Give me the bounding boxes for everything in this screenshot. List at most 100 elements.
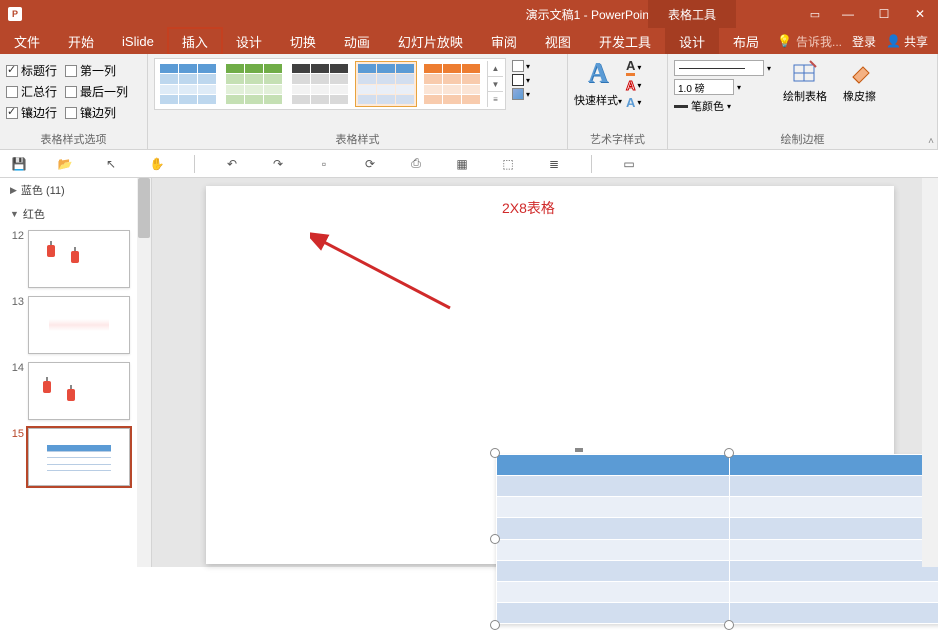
share-icon: 👤 <box>886 34 901 48</box>
group-label-styles: 表格样式 <box>154 129 561 147</box>
pen-icon <box>674 105 688 108</box>
bucket-icon <box>512 60 524 72</box>
maximize-button[interactable]: ☐ <box>866 0 902 28</box>
tab-table-design[interactable]: 设计 <box>665 28 719 54</box>
tab-slideshow[interactable]: 幻灯片放映 <box>384 28 477 54</box>
text-outline-button[interactable]: A▾ <box>626 78 641 93</box>
check-banded-col[interactable]: 镶边列 <box>65 104 128 121</box>
section-icon[interactable]: ▭ <box>620 155 638 173</box>
tab-transition[interactable]: 切换 <box>276 28 330 54</box>
resize-handle[interactable] <box>490 620 500 630</box>
share-button[interactable]: 👤共享 <box>886 33 928 50</box>
table-style-3[interactable] <box>289 61 351 107</box>
shading-button[interactable]: ▾ <box>512 60 530 72</box>
ribbon: 标题行 汇总行 镶边行 第一列 最后一列 镶边列 表格样式选项 ▲ <box>0 54 938 150</box>
draw-table-icon <box>791 58 819 86</box>
group-label-options: 表格样式选项 <box>6 129 141 147</box>
tab-islide[interactable]: iSlide <box>108 28 168 54</box>
table-style-1[interactable] <box>157 61 219 107</box>
quick-style-button[interactable]: 快速样式▾ <box>574 92 622 108</box>
print-icon[interactable]: ⎙ <box>407 155 425 173</box>
table-styles-gallery[interactable]: ▲ ▼ ≡ <box>154 58 506 110</box>
new-slide-icon[interactable]: ▫ <box>315 155 333 173</box>
tab-home[interactable]: 开始 <box>54 28 108 54</box>
hand-icon[interactable]: ✋ <box>148 155 166 173</box>
gallery-up-icon[interactable]: ▲ <box>488 61 503 77</box>
check-header-row[interactable]: 标题行 <box>6 62 57 79</box>
borders-button[interactable]: ▾ <box>512 74 530 86</box>
group-label-wordart: 艺术字样式 <box>574 129 661 147</box>
slide-thumb-15[interactable]: 15 <box>0 424 151 490</box>
canvas-area[interactable]: 2X8表格 <box>152 178 938 567</box>
align-icon[interactable]: ≣ <box>545 155 563 173</box>
cursor-icon[interactable]: ↖ <box>102 155 120 173</box>
check-last-col[interactable]: 最后一列 <box>65 83 128 100</box>
resize-handle[interactable] <box>490 534 500 544</box>
gallery-more-icon[interactable]: ≡ <box>488 92 503 107</box>
contextual-tab-label: 表格工具 <box>648 0 736 28</box>
table-style-2[interactable] <box>223 61 285 107</box>
panel-scrollbar[interactable] <box>137 178 151 567</box>
tab-table-layout[interactable]: 布局 <box>719 28 773 54</box>
ribbon-options-icon[interactable]: ▭ <box>800 0 830 28</box>
ruler-icon[interactable]: ⬚ <box>499 155 517 173</box>
refresh-icon[interactable]: ⟳ <box>361 155 379 173</box>
wordart-a-icon: A <box>588 58 608 90</box>
save-icon[interactable]: 💾 <box>10 155 28 173</box>
text-fill-button[interactable]: A▾ <box>626 58 641 76</box>
canvas-scrollbar[interactable] <box>922 178 938 567</box>
resize-handle[interactable] <box>724 620 734 630</box>
collapse-ribbon-icon[interactable]: ˄ <box>928 136 934 147</box>
minimize-button[interactable]: — <box>830 0 866 28</box>
slide-thumb-13[interactable]: 13 <box>0 292 151 358</box>
eraser-button[interactable]: 橡皮擦 <box>839 58 880 104</box>
text-effects-button[interactable]: A▾ <box>626 95 641 110</box>
outline-blue[interactable]: ▶蓝色 (11) <box>0 178 151 202</box>
tab-design[interactable]: 设计 <box>222 28 276 54</box>
tab-view[interactable]: 视图 <box>531 28 585 54</box>
resize-handle[interactable] <box>490 448 500 458</box>
open-folder-icon[interactable]: 📂 <box>56 155 74 173</box>
table-style-5[interactable] <box>421 61 483 107</box>
bulb-icon: 💡 <box>777 34 792 48</box>
resize-handle[interactable] <box>724 448 734 458</box>
redo-icon[interactable]: ↷ <box>269 155 287 173</box>
group-label-borders: 绘制边框 <box>674 129 931 147</box>
effects-button[interactable]: ▾ <box>512 88 530 100</box>
caret-right-icon: ▶ <box>10 185 17 196</box>
check-banded-row[interactable]: 镶边行 <box>6 104 57 121</box>
pen-color-button[interactable]: 笔颜色▾ <box>674 98 771 114</box>
slide-panel: ▶蓝色 (11) ▼红色 12 13 14 15 <box>0 178 152 567</box>
quick-access-toolbar: 💾 📂 ↖ ✋ ↶ ↷ ▫ ⟳ ⎙ ▦ ⬚ ≣ ▭ <box>0 150 938 178</box>
eraser-icon <box>846 58 874 86</box>
title-bar: P 演示文稿1 - PowerPoint 表格工具 ▭ — ☐ ✕ <box>0 0 938 28</box>
menu-bar: 文件 开始 iSlide 插入 设计 切换 动画 幻灯片放映 审阅 视图 开发工… <box>0 28 938 54</box>
outline-red[interactable]: ▼红色 <box>0 202 151 226</box>
tab-developer[interactable]: 开发工具 <box>585 28 665 54</box>
table-style-4[interactable] <box>355 61 417 107</box>
effects-icon <box>512 88 524 100</box>
tell-me-search[interactable]: 💡告诉我... <box>777 33 842 50</box>
slide-thumb-14[interactable]: 14 <box>0 358 151 424</box>
undo-icon[interactable]: ↶ <box>223 155 241 173</box>
tab-file[interactable]: 文件 <box>0 28 54 54</box>
slide-table[interactable] <box>496 454 938 624</box>
close-button[interactable]: ✕ <box>902 0 938 28</box>
column-divider-marker[interactable] <box>578 452 580 629</box>
login-button[interactable]: 登录 <box>852 33 876 50</box>
app-icon: P <box>8 7 22 21</box>
borders-icon <box>512 74 524 86</box>
tab-review[interactable]: 审阅 <box>477 28 531 54</box>
check-total-row[interactable]: 汇总行 <box>6 83 57 100</box>
pen-style-dropdown[interactable]: ▾ <box>674 60 771 76</box>
caret-down-icon: ▼ <box>10 209 19 219</box>
grid-icon[interactable]: ▦ <box>453 155 471 173</box>
tab-insert[interactable]: 插入 <box>168 28 222 54</box>
draw-table-button[interactable]: 绘制表格 <box>779 58 831 104</box>
pen-width-dropdown[interactable]: 1.0 磅▾ <box>674 79 771 95</box>
gallery-down-icon[interactable]: ▼ <box>488 77 503 93</box>
slide-thumb-12[interactable]: 12 <box>0 226 151 292</box>
tab-animation[interactable]: 动画 <box>330 28 384 54</box>
check-first-col[interactable]: 第一列 <box>65 62 128 79</box>
annotation-text: 2X8表格 <box>502 198 555 218</box>
